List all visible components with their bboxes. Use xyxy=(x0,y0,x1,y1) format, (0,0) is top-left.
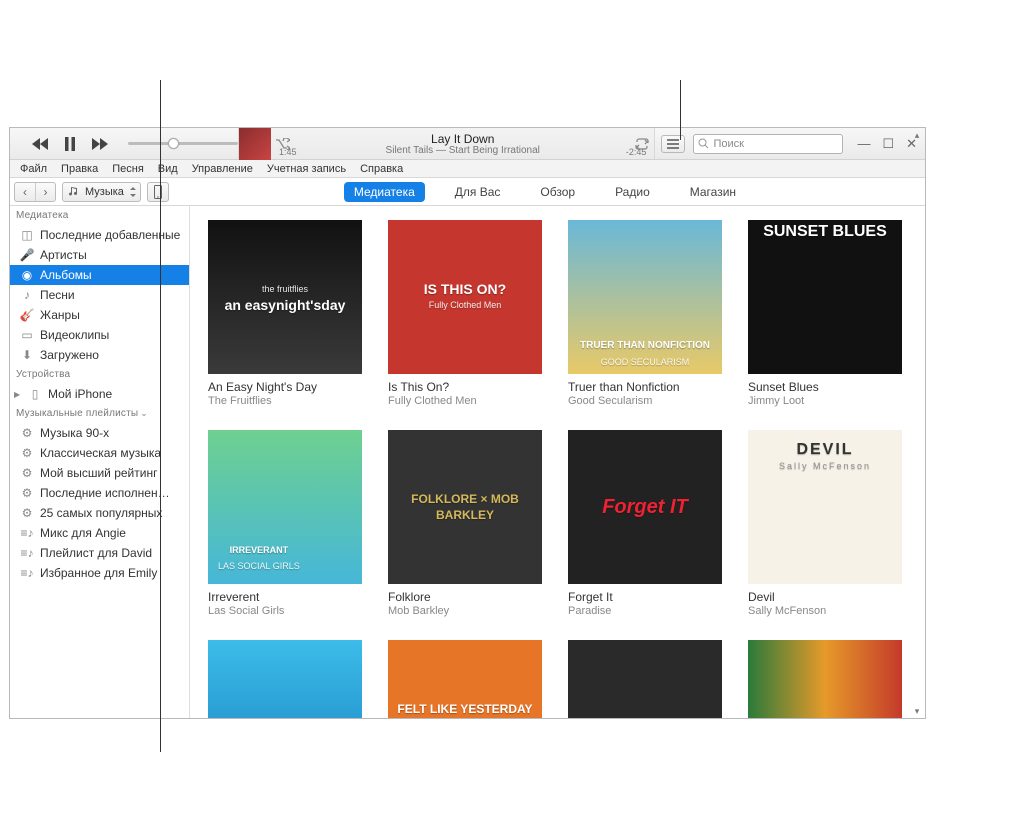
sidebar-playlist-6[interactable]: ≡♪Плейлист для David xyxy=(10,543,189,563)
sidebar-playlist-4[interactable]: ⚙25 самых популярных xyxy=(10,503,189,523)
up-next-button[interactable] xyxy=(661,135,685,153)
album-grid[interactable]: ▴ the fruitfliesan easynight'sdayAn Easy… xyxy=(190,206,925,718)
album-cell[interactable] xyxy=(208,640,362,718)
sidebar-item-genres[interactable]: 🎸Жанры xyxy=(10,305,189,325)
menu-help[interactable]: Справка xyxy=(354,162,409,176)
search-placeholder: Поиск xyxy=(713,138,743,150)
tab-browse[interactable]: Обзор xyxy=(530,182,585,202)
forward-button[interactable]: › xyxy=(35,183,55,201)
gear-icon: ⚙ xyxy=(20,426,34,440)
gear-icon: ⚙ xyxy=(20,506,34,520)
nav-bar: ‹ › Музыка Медиатека Для Вас Обзор Радио… xyxy=(10,178,925,206)
now-playing-title[interactable]: Lay It Down xyxy=(295,133,630,145)
download-icon: ⬇ xyxy=(20,348,34,362)
menu-controls[interactable]: Управление xyxy=(186,162,259,176)
remaining-time: -2:45 xyxy=(626,147,647,157)
back-button[interactable]: ‹ xyxy=(15,183,35,201)
menu-account[interactable]: Учетная запись xyxy=(261,162,352,176)
sidebar-header-devices: Устройства xyxy=(10,365,189,384)
itunes-window: Lay It Down Silent Tails — Start Being I… xyxy=(9,127,926,719)
album-cell[interactable]: FOLKLORE × MOB BARKLEYFolkloreMob Barkle… xyxy=(388,430,542,618)
album-cell[interactable] xyxy=(748,640,902,718)
menu-view[interactable]: Вид xyxy=(152,162,184,176)
sidebar-item-downloaded[interactable]: ⬇Загружено xyxy=(10,345,189,365)
sidebar-playlist-3[interactable]: ⚙Последние исполнен… xyxy=(10,483,189,503)
album-cell[interactable]: TRUER THAN NONFICTIONGOOD SECULARISMTrue… xyxy=(568,220,722,408)
disclosure-icon[interactable]: ▶ xyxy=(14,390,22,399)
sidebar-playlist-2[interactable]: ⚙Мой высший рейтинг xyxy=(10,463,189,483)
chevron-down-icon[interactable]: ⌄ xyxy=(140,408,148,418)
sidebar-item-artists[interactable]: 🎤Артисты xyxy=(10,245,189,265)
gear-icon: ⚙ xyxy=(20,466,34,480)
song-icon: ♪ xyxy=(20,288,34,302)
volume-slider[interactable] xyxy=(128,142,238,145)
elapsed-time: 1:45 xyxy=(279,147,297,157)
search-icon xyxy=(698,138,709,149)
playlist-icon: ≡♪ xyxy=(20,546,34,560)
tab-store[interactable]: Магазин xyxy=(680,182,746,202)
sidebar-item-device[interactable]: ▶▯Мой iPhone xyxy=(10,384,189,404)
sidebar-item-songs[interactable]: ♪Песни xyxy=(10,285,189,305)
tab-radio[interactable]: Радио xyxy=(605,182,660,202)
album-cell[interactable] xyxy=(568,640,722,718)
recent-icon: ◫ xyxy=(20,228,34,242)
gear-icon: ⚙ xyxy=(20,486,34,500)
music-icon xyxy=(69,187,79,197)
media-picker[interactable]: Музыка xyxy=(62,182,141,202)
menu-edit[interactable]: Правка xyxy=(55,162,104,176)
now-playing-subtitle[interactable]: Silent Tails — Start Being Irrational xyxy=(295,145,630,157)
media-picker-label: Музыка xyxy=(85,186,124,198)
playlist-icon: ≡♪ xyxy=(20,566,34,580)
now-playing-artwork[interactable] xyxy=(239,128,271,160)
album-cell[interactable]: the fruitfliesan easynight'sdayAn Easy N… xyxy=(208,220,362,408)
menu-song[interactable]: Песня xyxy=(106,162,150,176)
album-cell[interactable]: SUNSET BLUESSunset BluesJimmy Loot xyxy=(748,220,902,408)
tab-foryou[interactable]: Для Вас xyxy=(445,182,511,202)
sidebar-item-albums[interactable]: ◉Альбомы xyxy=(10,265,189,285)
sidebar-playlist-0[interactable]: ⚙Музыка 90-х xyxy=(10,423,189,443)
tab-library[interactable]: Медиатека xyxy=(344,182,425,202)
video-icon: ▭ xyxy=(20,328,34,342)
chevron-updown-icon xyxy=(130,187,136,197)
prev-button[interactable] xyxy=(30,137,50,151)
sidebar-item-videos[interactable]: ▭Видеоклипы xyxy=(10,325,189,345)
menu-file[interactable]: Файл xyxy=(14,162,53,176)
playlist-icon: ≡♪ xyxy=(20,526,34,540)
artist-icon: 🎤 xyxy=(20,248,34,262)
album-cell[interactable]: Forget ITForget ItParadise xyxy=(568,430,722,618)
player-bar: Lay It Down Silent Tails — Start Being I… xyxy=(10,128,925,160)
sidebar-playlist-5[interactable]: ≡♪Микс для Angie xyxy=(10,523,189,543)
history-buttons: ‹ › xyxy=(14,182,56,202)
device-button[interactable] xyxy=(147,182,169,202)
sidebar-header-playlists: Музыкальные плейлисты⌄ xyxy=(10,404,189,423)
search-input[interactable]: Поиск xyxy=(693,134,843,154)
iphone-icon: ▯ xyxy=(28,387,42,401)
sidebar-playlist-7[interactable]: ≡♪Избранное для Emily xyxy=(10,563,189,583)
maximize-button[interactable]: ☐ xyxy=(882,136,894,152)
album-cell[interactable]: FELT LIKE YESTERDAYscalloped plate xyxy=(388,640,542,718)
next-button[interactable] xyxy=(90,137,110,151)
gear-icon: ⚙ xyxy=(20,446,34,460)
album-cell[interactable]: IS THIS ON?Fully Clothed MenIs This On?F… xyxy=(388,220,542,408)
album-cell[interactable]: IRREVERANTLAS SOCIAL GIRLSIrreverentLas … xyxy=(208,430,362,618)
genre-icon: 🎸 xyxy=(20,308,34,322)
minimize-button[interactable]: — xyxy=(857,136,870,152)
menu-bar: Файл Правка Песня Вид Управление Учетная… xyxy=(10,160,925,178)
sidebar: Медиатека ◫Последние добавленные 🎤Артист… xyxy=(10,206,190,718)
sidebar-playlist-1[interactable]: ⚙Классическая музыка xyxy=(10,443,189,463)
scroll-down-button[interactable]: ▾ xyxy=(910,704,924,718)
pause-button[interactable] xyxy=(60,137,80,151)
album-cell[interactable]: DEVILSally McFensonDevilSally McFenson xyxy=(748,430,902,618)
album-icon: ◉ xyxy=(20,268,34,282)
sidebar-item-recent[interactable]: ◫Последние добавленные xyxy=(10,225,189,245)
sidebar-header-library: Медиатека xyxy=(10,206,189,225)
lcd-display: Lay It Down Silent Tails — Start Being I… xyxy=(238,128,655,159)
